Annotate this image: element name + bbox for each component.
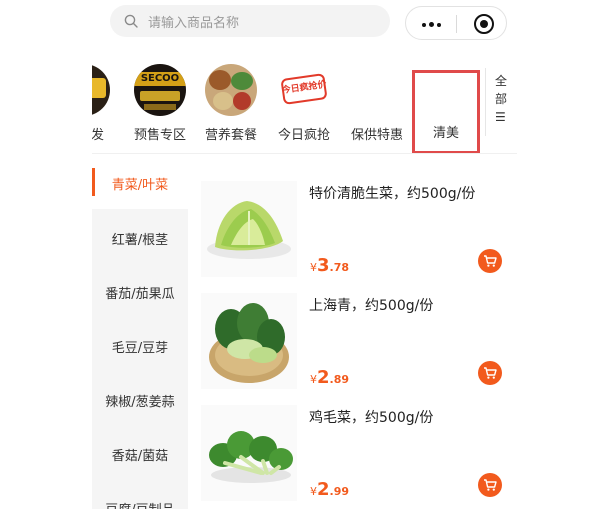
more-dots-icon[interactable] bbox=[422, 22, 441, 27]
sidebar-item-tofu[interactable]: 豆腐/豆制品 bbox=[92, 499, 188, 509]
sidebar-item-mushrooms[interactable]: 香菇/菌菇 bbox=[92, 445, 188, 464]
product-price: ¥3.78 bbox=[310, 255, 349, 276]
cart-icon bbox=[484, 367, 497, 379]
category-image: 今日疯抢价 bbox=[278, 64, 330, 116]
product-price: ¥2.89 bbox=[310, 367, 349, 388]
price-decimal: .99 bbox=[329, 485, 350, 498]
add-to-cart-button[interactable] bbox=[478, 473, 502, 497]
category-label: 今日疯抢 bbox=[277, 128, 330, 143]
product-image-lettuce bbox=[201, 181, 297, 277]
category-label: 清美 bbox=[432, 126, 459, 141]
all-categories-button[interactable]: 全 部 ☰ bbox=[495, 72, 517, 126]
category-strip: 发 SECOO 预售专区 营养套餐 今日疯抢价 今日疯抢 保供特惠 清美 全 部… bbox=[92, 58, 517, 154]
category-item-supply[interactable]: 保供特惠 bbox=[345, 64, 409, 143]
product-name: 鸡毛菜，约500g/份 bbox=[309, 410, 434, 426]
all-label-char: 全 bbox=[495, 74, 508, 88]
product-price: ¥2.99 bbox=[310, 479, 349, 500]
category-item-qingmei-highlighted[interactable]: 清美 bbox=[412, 70, 480, 154]
price-currency: ¥ bbox=[310, 261, 317, 274]
sidebar-item-roots[interactable]: 红薯/根茎 bbox=[92, 229, 188, 248]
sidebar-item-tomato[interactable]: 番茄/茄果瓜 bbox=[92, 283, 188, 302]
product-name: 特价清脆生菜，约500g/份 bbox=[309, 186, 476, 202]
sidebar-item-leafy-greens[interactable]: 青菜/叶菜 bbox=[92, 174, 188, 193]
target-icon[interactable] bbox=[474, 14, 494, 34]
category-image bbox=[92, 64, 110, 116]
price-integer: 3 bbox=[317, 255, 330, 276]
miniprogram-capsule bbox=[405, 6, 507, 40]
category-image bbox=[351, 64, 403, 116]
category-item-meal[interactable]: 营养套餐 bbox=[199, 64, 263, 143]
category-image bbox=[205, 64, 257, 116]
category-label: 保供特惠 bbox=[350, 128, 403, 143]
cart-icon bbox=[484, 479, 497, 491]
category-sidebar: 青菜/叶菜 红薯/根茎 番茄/茄果瓜 毛豆/豆芽 辣椒/葱姜蒜 香菇/菌菇 豆腐… bbox=[92, 154, 188, 509]
price-integer: 2 bbox=[317, 479, 330, 500]
category-item-flash[interactable]: 今日疯抢价 今日疯抢 bbox=[272, 64, 336, 143]
price-decimal: .78 bbox=[329, 261, 350, 274]
add-to-cart-button[interactable] bbox=[478, 361, 502, 385]
product-image-baby-greens bbox=[201, 405, 297, 501]
all-label-char: 部 bbox=[495, 92, 508, 106]
sidebar-item-peppers[interactable]: 辣椒/葱姜蒜 bbox=[92, 391, 188, 410]
search-bar[interactable]: 请输入商品名称 bbox=[110, 5, 390, 37]
price-currency: ¥ bbox=[310, 485, 317, 498]
presale-badge-text: SECOO bbox=[140, 73, 180, 84]
product-card[interactable]: 鸡毛菜，约500g/份 ¥2.99 bbox=[198, 405, 502, 509]
price-integer: 2 bbox=[317, 367, 330, 388]
search-icon bbox=[124, 14, 138, 28]
category-item-partial[interactable]: 发 bbox=[92, 64, 116, 143]
add-to-cart-button[interactable] bbox=[478, 249, 502, 273]
category-more-divider bbox=[485, 68, 486, 136]
category-image: SECOO bbox=[134, 64, 186, 116]
category-item-presale[interactable]: SECOO 预售专区 bbox=[128, 64, 192, 143]
product-image-bok-choy bbox=[201, 293, 297, 389]
app-screen: 请输入商品名称 发 SECOO 预售专区 营养套餐 今日疯抢价 今日疯抢 保供特… bbox=[92, 0, 517, 509]
capsule-divider bbox=[456, 15, 457, 33]
sidebar-item-beans[interactable]: 毛豆/豆芽 bbox=[92, 337, 188, 356]
price-decimal: .89 bbox=[329, 373, 350, 386]
category-label: 发 bbox=[92, 128, 104, 143]
product-card[interactable]: 特价清脆生菜，约500g/份 ¥3.78 bbox=[198, 181, 502, 291]
product-card[interactable]: 上海青，约500g/份 ¥2.89 bbox=[198, 293, 502, 403]
search-placeholder: 请输入商品名称 bbox=[148, 15, 240, 31]
category-label: 预售专区 bbox=[133, 128, 186, 143]
list-icon: ☰ bbox=[495, 110, 506, 124]
cart-icon bbox=[484, 255, 497, 267]
product-name: 上海青，约500g/份 bbox=[309, 298, 434, 314]
price-currency: ¥ bbox=[310, 373, 317, 386]
category-label: 营养套餐 bbox=[204, 128, 257, 143]
